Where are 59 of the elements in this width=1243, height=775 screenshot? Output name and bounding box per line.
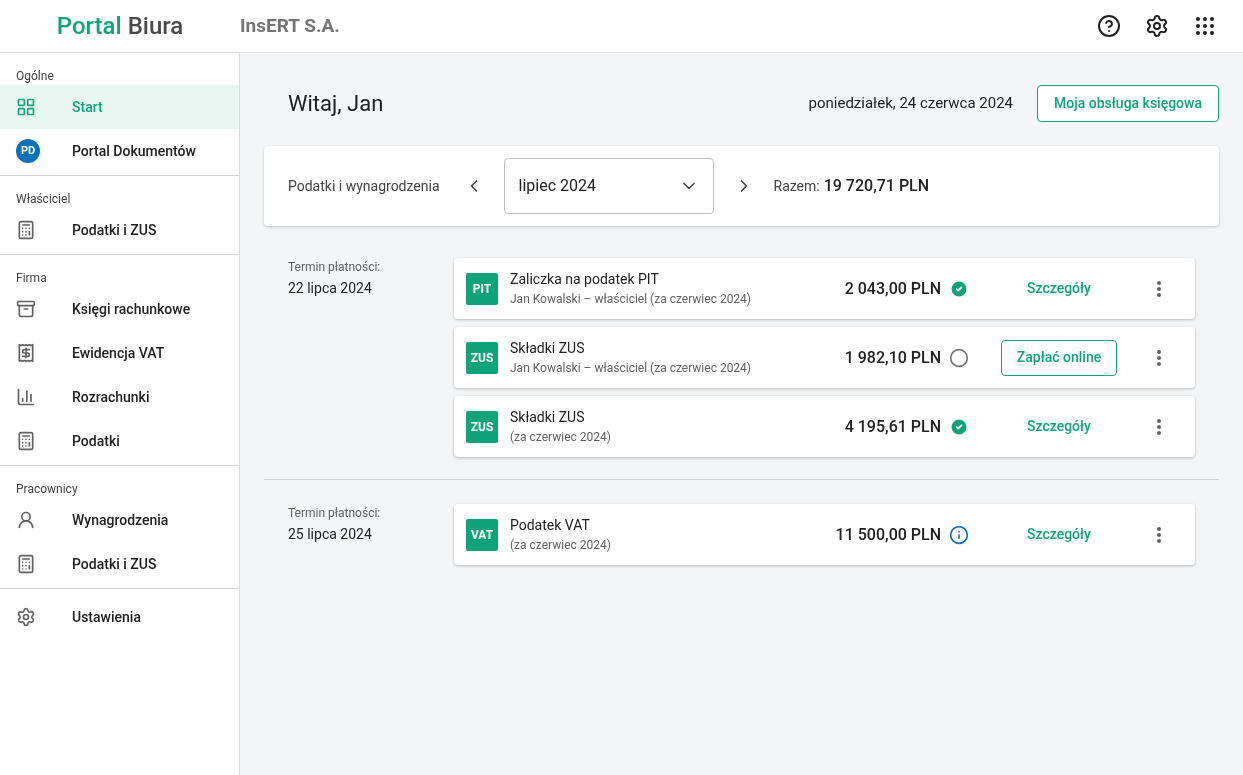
payment-subtitle: Jan Kowalski – właściciel (za czerwiec 2024) [510, 291, 753, 308]
dashboard-icon [16, 97, 36, 117]
sidebar-item[interactable]: Ustawienia [0, 595, 239, 639]
payment-title: Składki ZUS [510, 339, 586, 358]
month-select[interactable]: lipiec 2024 [503, 158, 714, 214]
sidebar-item[interactable]: Rozrachunki [0, 375, 239, 419]
sidebar-item[interactable]: Podatki i ZUS [0, 542, 239, 586]
due-date: 25 lipca 2024 [288, 525, 373, 544]
more-options-icon [1157, 280, 1161, 297]
tax-badge: ZUS [466, 410, 498, 443]
settings-icon [16, 607, 36, 627]
sidebar-item[interactable]: Podatki [0, 419, 239, 463]
calculator-icon [16, 431, 36, 451]
apps-grid-icon [1193, 14, 1217, 38]
due-label: Termin płatności: [288, 505, 382, 522]
tax-badge: VAT [466, 518, 498, 551]
chart-icon [16, 387, 36, 407]
user-icon [16, 510, 36, 530]
payment-amount: 1 982,10 PLN [844, 346, 941, 369]
avatar-badge: PD [16, 139, 40, 163]
help-icon [1097, 14, 1121, 38]
payment-title: Składki ZUS [510, 408, 586, 427]
payment-title: Zaliczka na podatek PIT [510, 270, 660, 289]
receipt-icon [16, 343, 36, 363]
logo-text: Biura [127, 11, 184, 42]
payment-subtitle: (za czerwiec 2024) [510, 537, 612, 554]
period-label: Podatki i wynagrodzenia [288, 176, 440, 196]
settings-icon [1145, 14, 1169, 38]
payment-amount: 4 195,61 PLN [844, 415, 941, 438]
payment-title: Podatek VAT [510, 516, 591, 535]
more-options-icon [1157, 349, 1161, 366]
payment-amount: 11 500,00 PLN [835, 523, 941, 546]
payment-amount: 2 043,00 PLN [844, 277, 941, 300]
tax-badge: PIT [466, 272, 498, 305]
total-amount: 19 720,71 PLN [823, 175, 930, 197]
tax-badge: ZUS [466, 341, 498, 374]
section-heading: Ogólne [15, 68, 55, 85]
greeting: Witaj, Jan [288, 90, 384, 118]
due-label: Termin płatności: [288, 259, 382, 276]
payment-subtitle: Jan Kowalski – właściciel (za czerwiec 2024) [510, 360, 753, 377]
more-options-icon [1157, 418, 1161, 435]
sidebar-item[interactable]: Podatki i ZUS [0, 208, 239, 252]
sidebar-item[interactable]: Wynagrodzenia [0, 498, 239, 542]
section-heading: Pracownicy [15, 481, 79, 498]
sidebar-item[interactable]: Księgi rachunkowe [0, 287, 239, 331]
calculator-icon [16, 220, 36, 240]
logo-text: Portal [56, 11, 122, 42]
calculator-icon [16, 554, 36, 574]
more-options-icon [1157, 526, 1161, 543]
due-date: 22 lipca 2024 [288, 279, 373, 298]
cabinet-icon [16, 299, 36, 319]
section-heading: Firma [15, 270, 48, 287]
section-heading: Właściciel [15, 191, 72, 208]
sidebar-item[interactable]: PD Portal Dokumentów [0, 129, 239, 173]
sidebar-item[interactable]: Ewidencja VAT [0, 331, 239, 375]
current-date: poniedziałek, 24 czerwca 2024 [808, 93, 1014, 115]
total-label: Razem: [773, 176, 820, 196]
company-name: InsERT S.A. [240, 12, 340, 39]
payment-subtitle: (za czerwiec 2024) [510, 429, 612, 446]
